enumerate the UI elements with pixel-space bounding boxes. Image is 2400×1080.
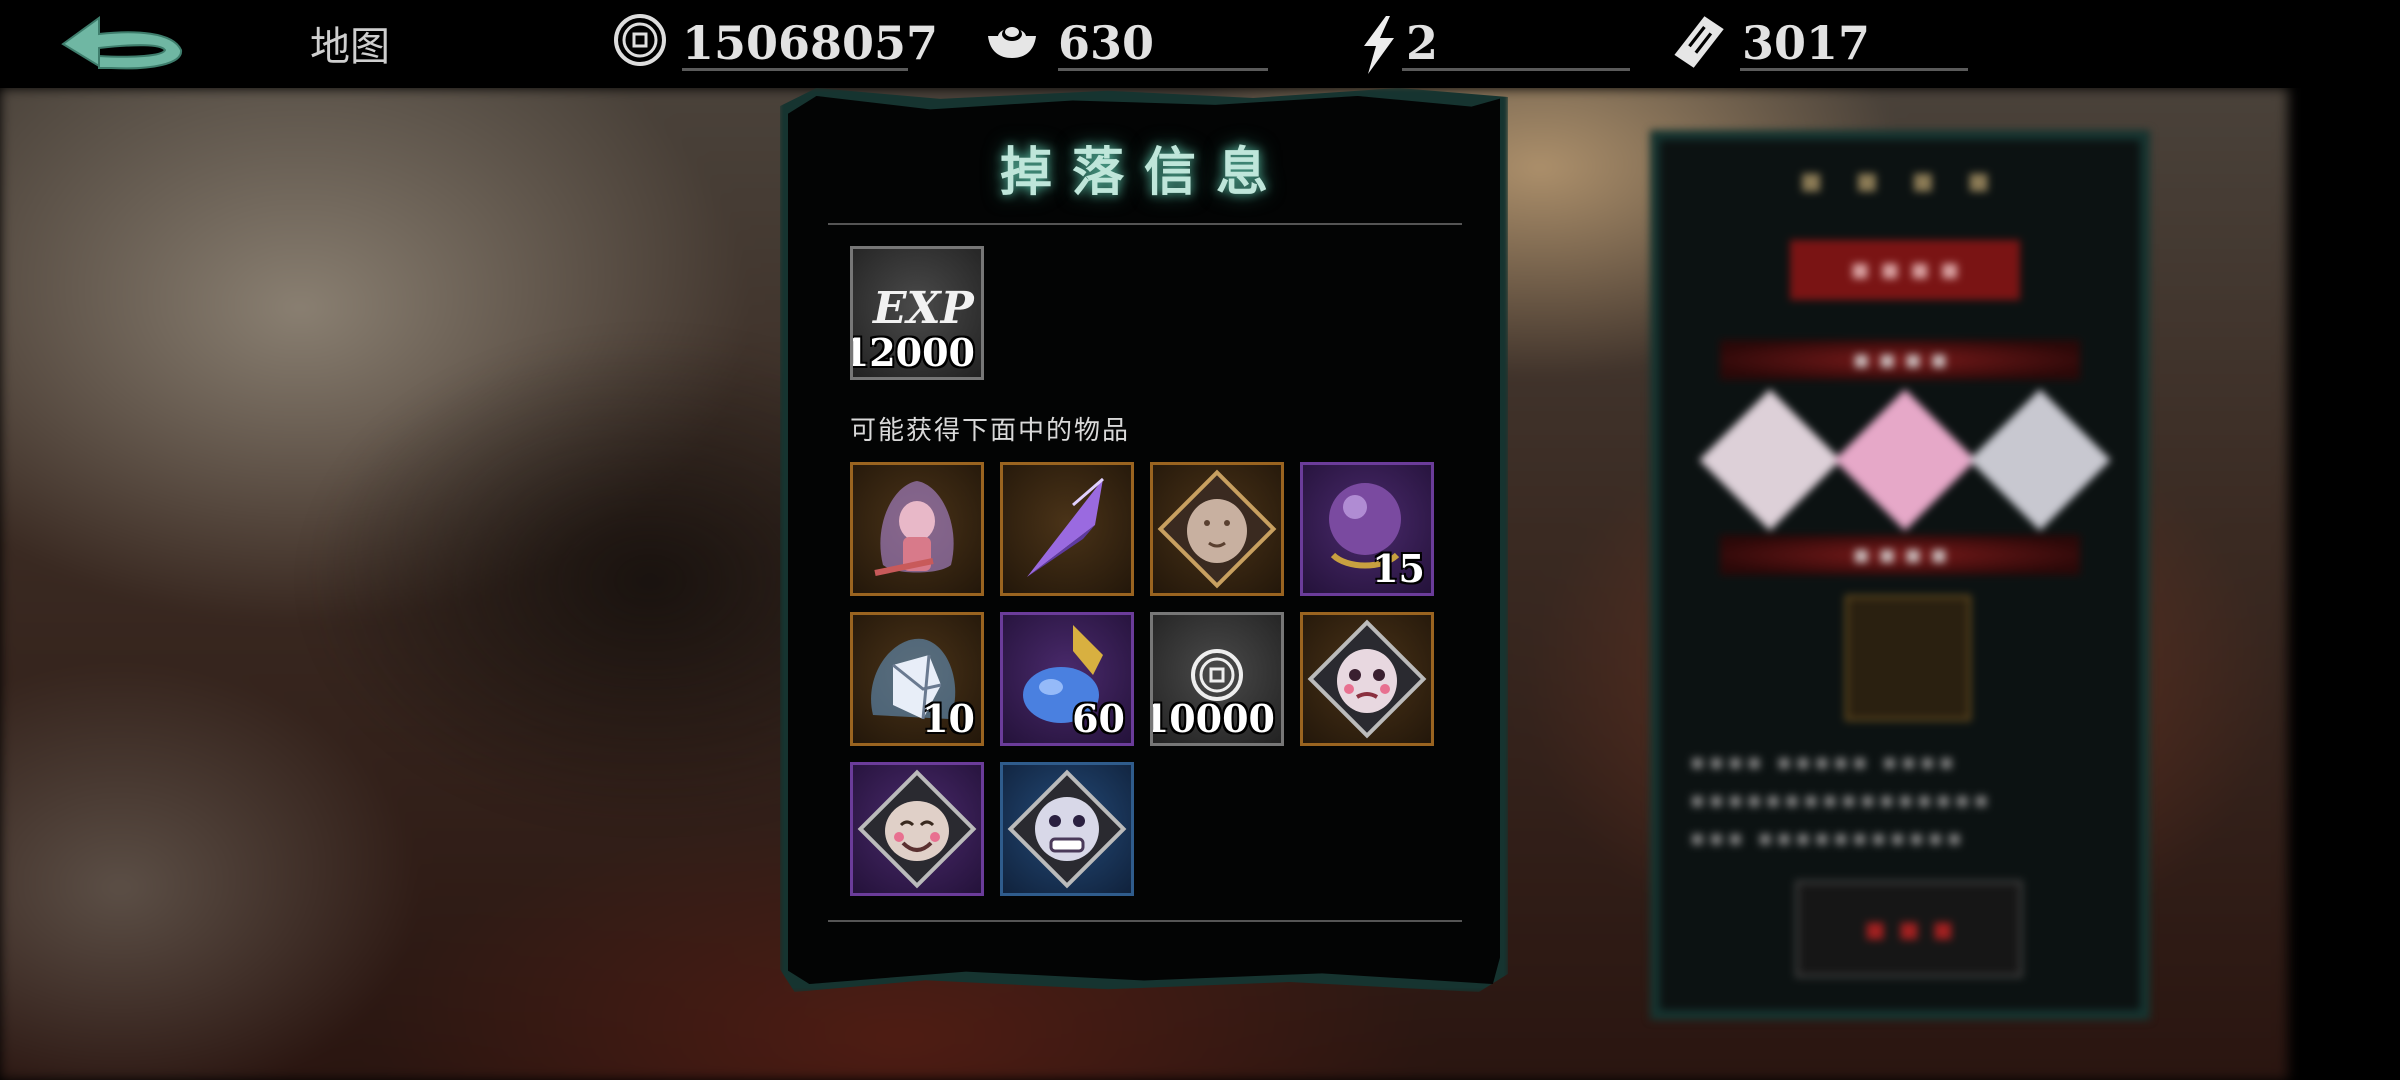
drop-item-slot[interactable] bbox=[1000, 462, 1134, 596]
exp-label: EXP bbox=[873, 283, 974, 334]
coin-counter: 15068057 bbox=[612, 6, 938, 72]
stone-face-icon bbox=[1157, 469, 1277, 589]
item-count: 15 bbox=[1372, 546, 1425, 591]
silver-ingot-icon bbox=[988, 27, 1036, 58]
drop-panel-title: 掉落信息 bbox=[999, 142, 1288, 203]
drop-item-slot[interactable]: 60 bbox=[1000, 612, 1134, 746]
silver-value: 630 bbox=[1058, 16, 1155, 70]
item-count: 10 bbox=[922, 696, 975, 741]
side-panel-title: ▪ ▪ ▪ ▪ bbox=[1799, 160, 2001, 201]
side-panel-banner: ▪ ▪ ▪ ▪ bbox=[1720, 535, 2080, 575]
drop-item-slot[interactable]: 10 bbox=[850, 612, 984, 746]
drop-item-slot[interactable] bbox=[1000, 762, 1134, 896]
smiling-mask-icon bbox=[857, 769, 977, 889]
lightning-icon bbox=[1364, 16, 1394, 74]
back-button[interactable] bbox=[55, 8, 195, 78]
item-count: 10000 bbox=[1150, 696, 1275, 741]
ticket-icon bbox=[1674, 16, 1724, 68]
side-panel-key-icon bbox=[1845, 595, 1971, 721]
drop-item-slot[interactable] bbox=[1150, 462, 1284, 596]
silver-counter: 630 bbox=[984, 6, 1284, 72]
divider bbox=[1740, 68, 1968, 71]
divider bbox=[682, 68, 908, 71]
map-label[interactable]: 地图 bbox=[310, 14, 390, 72]
exp-amount: 12000 bbox=[850, 330, 975, 375]
drop-item-slot[interactable] bbox=[850, 462, 984, 596]
coin-value: 15068057 bbox=[682, 16, 939, 70]
side-panel-start-button: ▪ ▪ ▪ bbox=[1795, 880, 2023, 978]
ghost-doll-icon bbox=[874, 481, 954, 576]
side-panel-text: ▪▪▪ ▪▪▪▪▪▪▪▪▪▪▪ bbox=[1690, 826, 1966, 851]
energy-value: 2 bbox=[1406, 16, 1439, 70]
drop-item-slot[interactable] bbox=[1300, 612, 1434, 746]
drop-item-slot[interactable]: 15 bbox=[1300, 462, 1434, 596]
coin-icon bbox=[614, 14, 666, 66]
side-panel-red-button: ▪ ▪ ▪ ▪ bbox=[1790, 240, 2020, 300]
grinning-mask-icon bbox=[1007, 769, 1127, 889]
item-count: 60 bbox=[1072, 696, 1125, 741]
drop-item-slot[interactable]: 10000 bbox=[1150, 612, 1284, 746]
stage-info-side-panel: ▪ ▪ ▪ ▪ ▪ ▪ ▪ ▪ ▪ ▪ ▪ ▪ ▪ ▪ ▪ ▪ ▪▪▪▪ ▪▪▪… bbox=[1660, 140, 2140, 1010]
purple-crystal-icon bbox=[1027, 477, 1104, 577]
ticket-value: 3017 bbox=[1742, 16, 1871, 70]
divider bbox=[1402, 68, 1630, 71]
side-panel-text: ▪▪▪▪ ▪▪▪▪▪ ▪▪▪▪ bbox=[1690, 750, 1958, 775]
title-divider bbox=[828, 223, 1462, 225]
ticket-counter: 3017 bbox=[1668, 6, 1968, 72]
crying-mask-icon bbox=[1307, 619, 1427, 739]
possible-drops-hint: 可能获得下面中的物品 bbox=[850, 416, 1131, 446]
divider bbox=[1058, 68, 1268, 71]
energy-counter: 2 bbox=[1350, 6, 1630, 74]
drop-item-slot[interactable] bbox=[850, 762, 984, 896]
back-arrow-icon bbox=[61, 16, 183, 70]
bottom-divider bbox=[828, 920, 1462, 922]
exp-reward-slot[interactable]: EXP 12000 bbox=[850, 246, 984, 380]
side-panel-banner: ▪ ▪ ▪ ▪ bbox=[1720, 340, 2080, 380]
top-bar: 地图 15068057 630 2 3017 bbox=[0, 0, 2400, 88]
side-panel-text: ▪▪▪▪▪▪▪▪▪▪▪▪▪▪▪▪ bbox=[1690, 788, 1993, 813]
